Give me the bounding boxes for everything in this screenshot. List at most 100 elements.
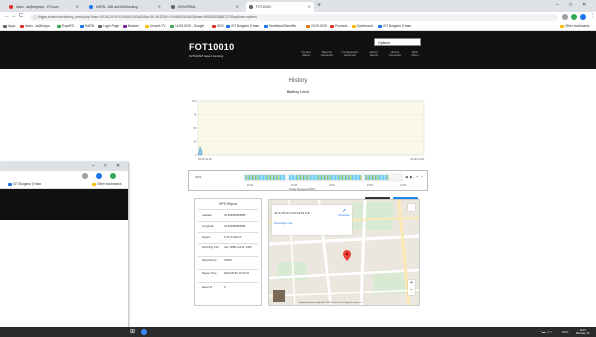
maximize-button[interactable]: □ xyxy=(104,163,107,169)
close-icon[interactable]: ✕ xyxy=(158,4,161,9)
extension-icon[interactable] xyxy=(82,172,88,179)
browser-tab-gmail[interactable]: Inbox - ta@fotgroup - FO.com ✕ xyxy=(6,2,82,12)
nav-line: Generator xyxy=(320,53,334,58)
bookmark-label: Apps xyxy=(8,24,16,28)
timeline-prev-icon[interactable]: ◀ xyxy=(405,175,408,179)
timeline-event-mark xyxy=(370,175,372,180)
divider xyxy=(198,221,258,222)
background-browser-window[interactable]: – □ ✕ GIT Bulgaria | Нова Other bookmark… xyxy=(0,162,128,337)
menu-icon[interactable]: ⋮ xyxy=(590,13,596,20)
browser-tab-strip: Inbox - ta@fotgroup - FO.com ✕ HARN - 60… xyxy=(0,0,596,12)
divider xyxy=(198,256,258,257)
extension-icon[interactable] xyxy=(562,14,568,20)
bookmark-item[interactable]: Uniweb TV xyxy=(145,24,166,28)
extension-icon[interactable] xyxy=(571,14,577,20)
taskbar-clock[interactable]: 14:15 Monday, 30 xyxy=(576,329,589,335)
options-select[interactable]: Options xyxy=(374,38,421,46)
timeline-event-mark xyxy=(249,175,251,180)
minimize-button[interactable]: – xyxy=(556,2,559,8)
timeline-next-icon[interactable]: ▶ xyxy=(410,175,413,179)
nav-line: Status xyxy=(302,53,310,58)
directions-label: Directions xyxy=(338,214,350,217)
bookmark-item[interactable]: ExpoRS xyxy=(57,24,74,28)
close-window-button[interactable]: ✕ xyxy=(116,163,120,169)
timeline-event-mark xyxy=(253,175,255,180)
timeline-event-mark xyxy=(315,175,317,180)
bookmark-item[interactable]: Apps xyxy=(3,24,15,28)
timeline-event-mark xyxy=(336,175,338,180)
map-panel[interactable]: 42°41'45.6"N 23°19'29.9"E View larger ma… xyxy=(268,199,420,306)
nav-reports-generator[interactable]: Reports Generator xyxy=(318,50,336,58)
bookmark-item[interactable]: Inbox - ta@fotgro xyxy=(20,24,50,28)
timeline-label: GPS xyxy=(195,175,202,179)
bookmark-label: Login Page xyxy=(103,24,120,28)
timeline-event-mark xyxy=(335,175,337,180)
divider xyxy=(198,282,258,283)
browser-tab-fot10010[interactable]: FOT10010 ✕ xyxy=(246,2,314,12)
bookmark-item[interactable]: GIT Bulgaria | Нова xyxy=(226,24,259,28)
nav-history-report[interactable]: History Report xyxy=(365,50,383,58)
map-terms: Keyboard shortcuts Map data ©2019 Terms … xyxy=(299,302,362,304)
directions-button[interactable]: ➚ Directions xyxy=(338,208,350,217)
minimize-button[interactable]: – xyxy=(92,163,95,169)
bookmark-icon xyxy=(98,24,102,28)
chrome-taskbar-icon[interactable] xyxy=(141,329,147,335)
timeline-event-mark xyxy=(270,175,272,180)
bookmark-item[interactable]: HDX xyxy=(212,24,224,28)
bookmark-item[interactable]: 20.09.2019 xyxy=(306,24,327,28)
bookmark-item[interactable]: 14.05.2019 - Google xyxy=(170,24,204,28)
bookmark-item[interactable]: Dashboard xyxy=(352,24,373,28)
close-window-button[interactable]: ✕ xyxy=(582,2,586,8)
maximize-button[interactable]: □ xyxy=(569,2,572,8)
windows-start-icon[interactable]: ⊞ xyxy=(130,329,135,335)
browser-tab-harn[interactable]: HARN - 606 and 608 tracking ✕ xyxy=(86,2,164,12)
zoom-out-button[interactable]: − xyxy=(408,287,415,294)
new-tab-button[interactable]: + xyxy=(317,2,321,10)
bookmark-item[interactable]: Products xyxy=(330,24,348,28)
timeline-segment xyxy=(365,175,389,180)
timeline-track[interactable] xyxy=(243,173,403,183)
bookmark-item[interactable]: Other bookmarks xyxy=(92,182,121,186)
timeline-event-mark xyxy=(365,175,366,180)
bookmark-icon xyxy=(212,24,216,28)
nav-configuration-generator[interactable]: Configuration Generator xyxy=(341,50,359,58)
back-icon[interactable]: ← xyxy=(4,13,10,20)
bookmark-item[interactable]: Heathland Benefits xyxy=(264,24,296,28)
tray-icons[interactable]: ^ ▬ ◁ ▭ xyxy=(540,330,552,334)
bookmark-item[interactable]: HARN xyxy=(80,24,94,28)
nav-main-menu[interactable]: Main Menu xyxy=(406,50,424,58)
timeline-zoom-out-icon[interactable]: − xyxy=(421,174,423,179)
bookmark-item[interactable]: GIT Bulgaria | Нова xyxy=(8,182,41,186)
zoom-in-button[interactable]: + xyxy=(408,280,415,287)
gps-field-value: 2019-08-30 13:32:16 xyxy=(224,272,249,275)
timeline-event-mark xyxy=(284,175,286,180)
view-larger-map-link[interactable]: View larger map xyxy=(274,222,293,225)
url-input[interactable]: ⓘ fotgps.eu/service/history_result.php?f… xyxy=(30,13,558,21)
bookmark-label: ExpoRS xyxy=(62,24,74,28)
bookmark-item[interactable]: Brainee xyxy=(123,24,139,28)
timeline-event-mark xyxy=(366,175,368,180)
fullscreen-button[interactable] xyxy=(408,204,415,211)
browser-tab-universal[interactable]: UNIVERSAL ✕ xyxy=(168,2,242,12)
reload-icon[interactable]: C xyxy=(19,13,23,20)
bookmark-item[interactable]: GIT Bulgaria | Нова xyxy=(378,24,411,28)
nav-current-status[interactable]: Current Status xyxy=(297,50,315,58)
profile-avatar[interactable] xyxy=(580,14,586,20)
bookmark-item[interactable]: Other bookmarks xyxy=(560,24,589,28)
language-indicator[interactable]: ENG xyxy=(562,330,569,334)
close-icon[interactable]: ✕ xyxy=(236,4,239,9)
forward-icon[interactable]: → xyxy=(11,13,17,20)
profile-avatar[interactable] xyxy=(110,172,116,179)
location-pin-icon[interactable] xyxy=(343,250,351,261)
close-icon[interactable]: ✕ xyxy=(308,4,311,9)
bookmark-item[interactable]: Login Page xyxy=(98,24,119,28)
url-text: fotgps.eu/service/history_result.php?fro… xyxy=(38,15,257,20)
tab-title: Inbox - ta@fotgroup - FO.com xyxy=(16,4,59,9)
timeline-zoom-in-icon[interactable]: + xyxy=(416,174,418,179)
close-icon[interactable]: ✕ xyxy=(76,4,79,9)
street-view-thumbnail[interactable] xyxy=(273,290,285,302)
extension-icon[interactable] xyxy=(96,172,102,179)
bookmark-icon xyxy=(264,24,268,28)
nav-history-generator[interactable]: History Generator xyxy=(386,50,404,58)
timeline-event-mark xyxy=(339,175,341,180)
